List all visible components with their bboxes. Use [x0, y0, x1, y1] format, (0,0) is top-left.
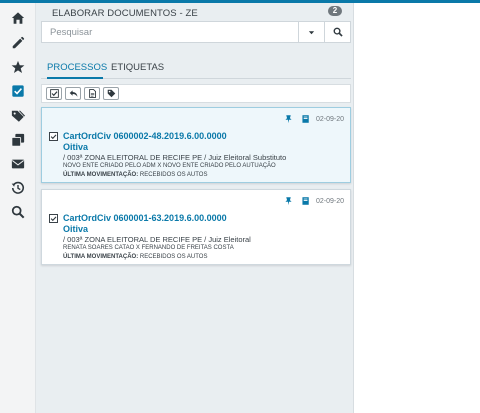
envelope-icon	[11, 159, 25, 169]
count-badge: 2	[328, 6, 342, 16]
tag-icon	[107, 89, 115, 98]
tags-icon	[11, 110, 25, 122]
last-movement-label: ÚLTIMA MOVIMENTAÇÃO:	[63, 172, 139, 178]
last-movement-value: RECEBIDOS OS AUTOS	[139, 172, 208, 178]
book-icon[interactable]	[301, 196, 310, 206]
process-checkbox[interactable]	[49, 214, 58, 223]
document-icon	[88, 89, 96, 98]
process-date: 02-09-20	[315, 115, 344, 123]
tab-etiquetas[interactable]: ETIQUETAS	[111, 60, 164, 79]
actions-toolbar	[41, 84, 351, 103]
card-meta: 02-09-20	[276, 196, 344, 206]
reply-icon	[69, 90, 77, 97]
checkbox-icon	[12, 85, 24, 97]
home-icon	[11, 12, 25, 24]
history-button[interactable]	[0, 177, 36, 199]
search-submit-button[interactable]	[324, 22, 350, 42]
check-icon	[50, 216, 57, 222]
select-all-checkbox-icon	[49, 89, 59, 98]
process-location: / 003ª ZONA ELEITORAL DE RECIFE PE / Jui…	[63, 153, 287, 162]
tags-button[interactable]	[0, 105, 36, 127]
process-number-link[interactable]: CartOrdCiv 0600002-48.2019.6.00.0000	[63, 131, 227, 141]
search-box	[41, 21, 351, 43]
document-button[interactable]	[84, 87, 100, 100]
process-card[interactable]: 02-09-20 CartOrdCiv 0600001-63.2019.6.00…	[41, 189, 351, 265]
pencil-icon	[12, 36, 25, 49]
process-number-link[interactable]: CartOrdCiv 0600001-63.2019.6.00.0000	[63, 213, 227, 223]
process-task-name[interactable]: Oitiva	[63, 142, 88, 152]
documents-button[interactable]	[0, 129, 36, 151]
process-task-name[interactable]: Oitiva	[63, 224, 88, 234]
pin-icon[interactable]	[284, 196, 293, 206]
star-icon	[11, 60, 25, 73]
pin-icon[interactable]	[284, 114, 293, 124]
process-last-movement: ÚLTIMA MOVIMENTAÇÃO: RECEBIDOS OS AUTOS	[63, 172, 207, 178]
process-checkbox[interactable]	[49, 132, 58, 141]
card-meta: 02-09-20	[276, 114, 344, 124]
messages-button[interactable]	[0, 153, 36, 175]
process-last-movement: ÚLTIMA MOVIMENTAÇÃO: RECEBIDOS OS AUTOS	[63, 254, 207, 260]
tab-processos[interactable]: PROCESSOS	[47, 60, 107, 79]
icon-sidebar	[0, 3, 36, 413]
process-parties: RENATA SOARES CATAO X FERNANDO DE FREITA…	[63, 245, 234, 251]
caret-down-icon	[308, 30, 315, 34]
panel-title: ELABORAR DOCUMENTOS - ZE	[52, 8, 198, 19]
process-location: / 003ª ZONA ELEITORAL DE RECIFE PE / Jui…	[63, 235, 251, 244]
search-icon	[11, 205, 25, 219]
search-button[interactable]	[0, 201, 36, 223]
search-dropdown-button[interactable]	[298, 22, 324, 42]
tag-button[interactable]	[103, 87, 119, 100]
home-button[interactable]	[0, 7, 36, 29]
edit-button[interactable]	[0, 32, 36, 54]
copy-icon	[11, 133, 25, 147]
tasks-button[interactable]	[0, 80, 36, 102]
panel-tabs: PROCESSOS ETIQUETAS	[41, 60, 351, 79]
tasks-panel: ELABORAR DOCUMENTOS - ZE 2 PROCESSOS ETI…	[36, 3, 354, 413]
last-movement-value: RECEBIDOS OS AUTOS	[139, 254, 208, 260]
check-icon	[50, 134, 57, 140]
last-movement-label: ÚLTIMA MOVIMENTAÇÃO:	[63, 254, 139, 260]
book-icon[interactable]	[301, 114, 310, 124]
history-icon	[11, 181, 25, 194]
favorites-button[interactable]	[0, 56, 36, 78]
reply-button[interactable]	[65, 87, 81, 100]
search-icon	[333, 27, 343, 37]
process-card[interactable]: 02-09-20 CartOrdCiv 0600002-48.2019.6.00…	[41, 107, 351, 183]
search-input[interactable]	[42, 22, 297, 42]
select-all-button[interactable]	[46, 87, 62, 100]
process-date: 02-09-20	[315, 197, 344, 205]
process-parties: NOVO ENTE CRIADO PELO ADM X NOVO ENTE CR…	[63, 163, 276, 169]
